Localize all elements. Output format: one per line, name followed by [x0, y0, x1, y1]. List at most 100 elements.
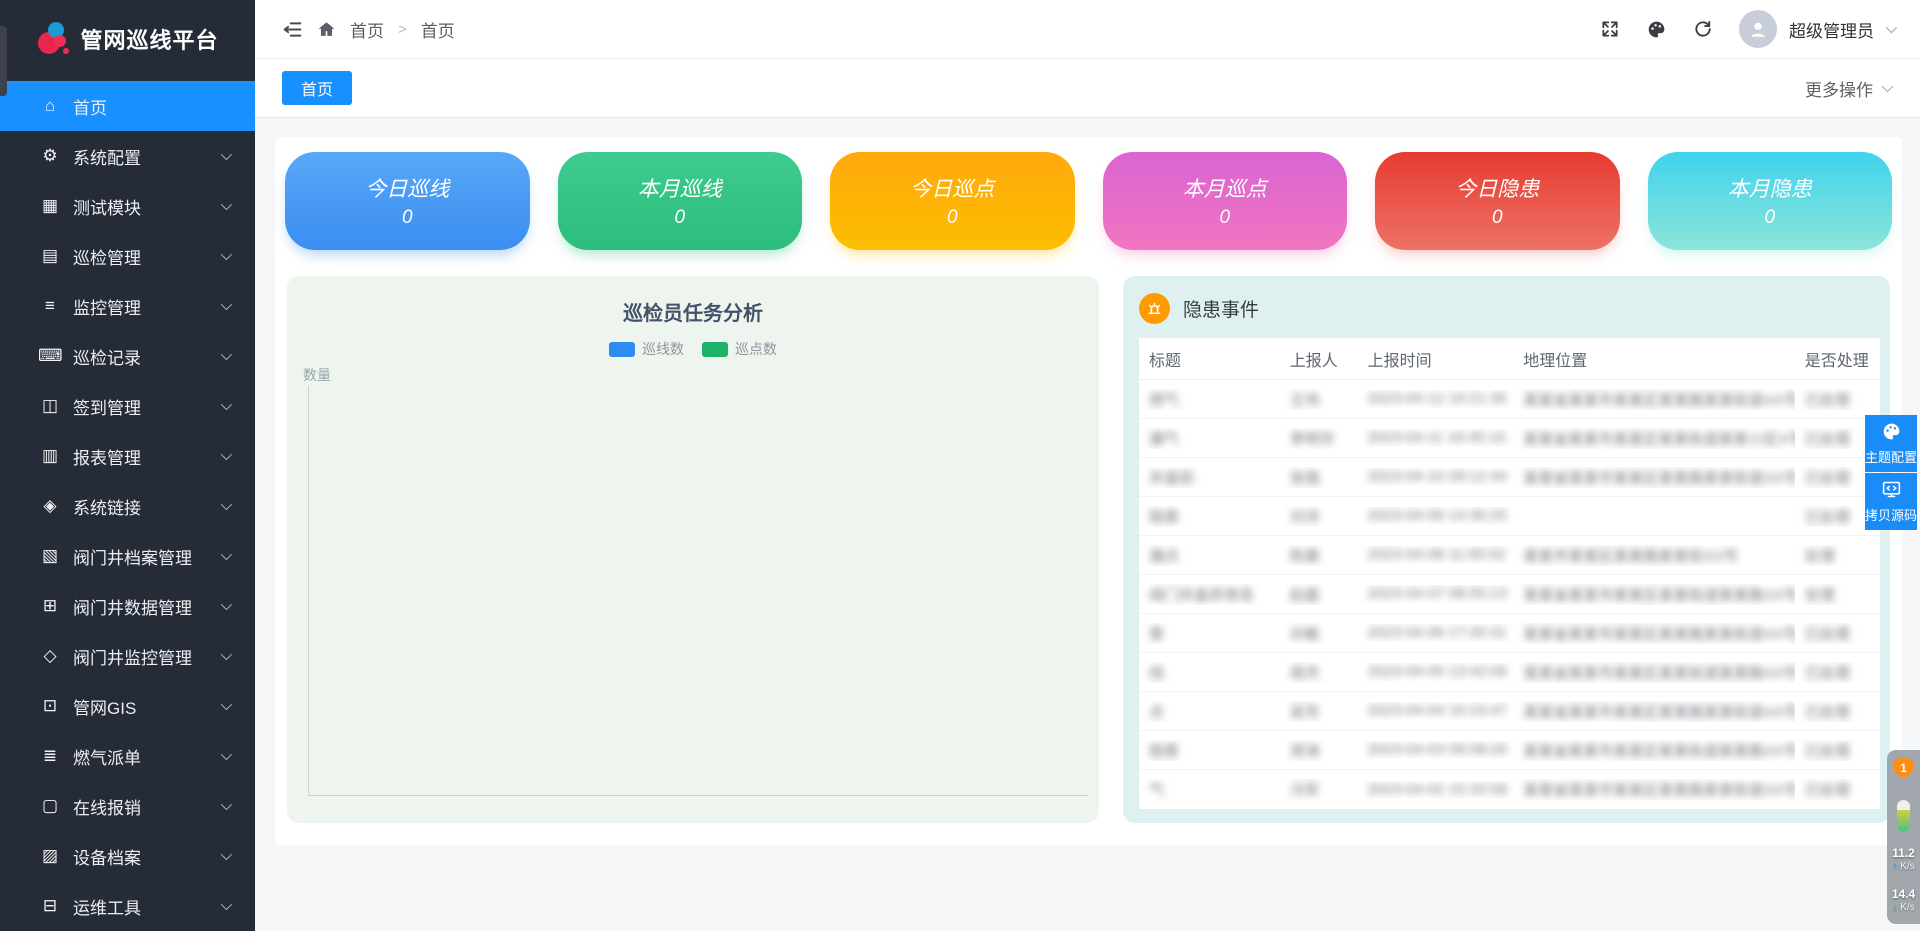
stat-label: 本月巡点: [1183, 173, 1267, 203]
alarm-icon: [1139, 293, 1170, 324]
table-cell: 井盖损: [1139, 467, 1280, 488]
stat-label: 本月隐患: [1728, 173, 1812, 203]
table-cell-text: 井盖损: [1149, 470, 1194, 487]
table-row[interactable]: 漏气李明华2023-04-11 16:45:10某某省某某市某某区某某街道某某小…: [1139, 419, 1880, 458]
sidebar-item-系统配置[interactable]: ⚙系统配置: [0, 131, 255, 181]
table-row[interactable]: 隐患郑涛2023-04-03 09:08:26某某省某某市某某区某某街道某某路X…: [1139, 731, 1880, 770]
table-cell-text: 2023-04-05 13:42:09: [1368, 663, 1507, 680]
sidebar-item-燃气派单[interactable]: ≣ 燃气派单: [0, 731, 255, 781]
modules-icon: ▦: [38, 196, 62, 216]
legend-swatch-icon: [702, 342, 728, 357]
table-row[interactable]: 点吴芳2023-04-04 10:15:47某某省某某市某某区某某路某某街道XX…: [1139, 692, 1880, 731]
sidebar-item-报表管理[interactable]: ▥报表管理: [0, 431, 255, 481]
sidebar-item-系统链接[interactable]: ◈系统链接: [0, 481, 255, 531]
sidebar-item-label: 报表管理: [73, 444, 213, 469]
sidebar-item-阀门井数据管理[interactable]: ⊞阀门井数据管理: [0, 581, 255, 631]
net-speed-widget[interactable]: 1 11.2 ↑ K/s 14.4 ↓ K/s: [1887, 750, 1920, 924]
chevron-down-icon: [221, 549, 232, 560]
legend-label: 巡线数: [642, 339, 684, 359]
table-cell-text: 某某省某某市某某区某某路某某街道XX号: [1523, 782, 1795, 799]
monitor-list-icon: ≡: [38, 296, 62, 316]
sidebar-item-首页[interactable]: ⌂首页: [0, 81, 255, 131]
table-row[interactable]: 管孙敏2023-04-06 17:20:31某某省某某市某某区某某路某某街道XX…: [1139, 614, 1880, 653]
table-cell-text: 某某省某某市某某区某某路某某街道XX号: [1523, 626, 1795, 643]
palette-icon[interactable]: [1646, 19, 1667, 40]
sidebar-item-监控管理[interactable]: ≡监控管理: [0, 281, 255, 331]
stat-label: 今日巡点: [910, 173, 994, 203]
table-row[interactable]: 隐患刘洋2023-04-09 14:30:25已处理: [1139, 497, 1880, 536]
table-cell-text: 漏点: [1149, 548, 1179, 565]
table-cell-text: 刘洋: [1290, 509, 1320, 526]
sidebar-item-巡检记录[interactable]: ⌨巡检记录: [0, 331, 255, 381]
copy-source-button[interactable]: 拷贝源码: [1865, 473, 1917, 530]
table-cell: 点: [1139, 701, 1280, 722]
sidebar-item-运维工具[interactable]: ⊟运维工具: [0, 881, 255, 931]
floating-tools: 主题配置 拷贝源码: [1865, 415, 1917, 530]
table-cell-text: 2023-04-08 11:05:52: [1368, 546, 1506, 563]
breadcrumb-root[interactable]: 首页: [350, 17, 384, 42]
table-cell-text: 处理: [1805, 587, 1835, 604]
table-cell: 处理: [1795, 584, 1880, 605]
refresh-icon[interactable]: [1693, 19, 1713, 39]
sidebar-collapse-icon[interactable]: [282, 19, 303, 40]
fullscreen-icon[interactable]: [1600, 19, 1620, 39]
table-row[interactable]: 燃气王伟2023-04-12 10:21:35某某省某某市某某区某某路某某街道X…: [1139, 380, 1880, 419]
sidebar-item-label: 燃气派单: [73, 744, 213, 769]
chevron-down-icon: [1886, 22, 1897, 33]
sidebar-item-管网GIS[interactable]: ⊡管网GIS: [0, 681, 255, 731]
legend-item-巡线数[interactable]: 巡线数: [609, 339, 684, 359]
legend-item-巡点数[interactable]: 巡点数: [702, 339, 777, 359]
tab-home[interactable]: 首页: [282, 71, 352, 105]
sidebar-item-label: 巡检记录: [73, 344, 213, 369]
sidebar-item-label: 设备档案: [73, 844, 213, 869]
chevron-down-icon: [221, 199, 232, 210]
table-cell: 李明华: [1280, 428, 1358, 449]
table-cell-text: 已处理: [1805, 626, 1850, 643]
table-cell-text: 处理: [1805, 548, 1835, 565]
avatar: [1739, 10, 1777, 48]
table-cell: 某某省某某市某某区某某路某某街道XX号: [1513, 779, 1795, 800]
sidebar-item-阀门井档案管理[interactable]: ▧阀门井档案管理: [0, 531, 255, 581]
page-content: 今日巡线0本月巡线0今日巡点0本月巡点0今日隐患0本月隐患0 巡检员任务分析 巡…: [255, 118, 1920, 931]
chart-plot-area: [308, 386, 1088, 796]
stat-label: 今日隐患: [1455, 173, 1539, 203]
dispatch-list-icon: ≣: [38, 746, 62, 766]
table-cell-text: 2023-04-04 10:15:47: [1368, 702, 1507, 719]
table-cell-text: 某某市某某区某某路某某街XX号: [1523, 548, 1738, 565]
table-row[interactable]: 井盖损张强2023-04-10 09:12:44某某省某某市某某区某某路某某街道…: [1139, 458, 1880, 497]
sidebar-item-签到管理[interactable]: ◫签到管理: [0, 381, 255, 431]
sidebar-item-在线报销[interactable]: ▢在线报销: [0, 781, 255, 831]
table-cell: 已处理: [1795, 779, 1880, 800]
sidebar-item-label: 阀门井监控管理: [73, 644, 213, 669]
user-menu[interactable]: 超级管理员: [1739, 10, 1894, 48]
sidebar-item-巡检管理[interactable]: ▤巡检管理: [0, 231, 255, 281]
table-row[interactable]: 漏点陈晨2023-04-08 11:05:52某某市某某区某某路某某街XX号处理: [1139, 536, 1880, 575]
table-cell: 已处理: [1795, 389, 1880, 410]
more-actions-dropdown[interactable]: 更多操作: [1805, 76, 1890, 101]
dashboard-card: 今日巡线0本月巡线0今日巡点0本月巡点0今日隐患0本月隐患0 巡检员任务分析 巡…: [275, 137, 1902, 845]
valve-monitor-icon: ◇: [38, 646, 62, 666]
stat-label: 本月巡线: [638, 173, 722, 203]
badge-count: 1: [1900, 761, 1907, 775]
table-cell: 某某省某某市某某区某某街道某某路XX号: [1513, 662, 1795, 683]
table-row[interactable]: 气冯军2023-04-02 15:33:58某某省某某市某某区某某路某某街道XX…: [1139, 770, 1880, 809]
sidebar-item-阀门井监控管理[interactable]: ◇ 阀门井监控管理: [0, 631, 255, 681]
table-header-cell: 是否处理: [1795, 347, 1880, 371]
table-cell-text: 燃气: [1149, 392, 1179, 409]
hazard-events-header: 隐患事件: [1139, 289, 1880, 327]
link-cube-icon: ◈: [38, 496, 62, 516]
theme-config-label: 主题配置: [1865, 447, 1917, 466]
panels-row: 巡检员任务分析 巡线数巡点数 数量 隐患事件 标题上: [285, 276, 1892, 823]
table-cell: 已处理: [1795, 740, 1880, 761]
table-row[interactable]: 阀门井盖异常丢赵磊2023-04-07 08:55:13某某省某某市某某区某某街…: [1139, 575, 1880, 614]
table-cell-text: 孙敏: [1290, 626, 1320, 643]
sidebar-item-测试模块[interactable]: ▦测试模块: [0, 181, 255, 231]
home-icon[interactable]: [317, 20, 336, 39]
table-cell: 管: [1139, 623, 1280, 644]
theme-config-button[interactable]: 主题配置: [1865, 415, 1917, 472]
sidebar-item-设备档案[interactable]: ▨设备档案: [0, 831, 255, 881]
sidebar-scrollbar[interactable]: [0, 26, 7, 96]
chevron-down-icon: [221, 799, 232, 810]
gear-icon: ⚙: [38, 146, 62, 166]
table-row[interactable]: 线周杰2023-04-05 13:42:09某某省某某市某某区某某街道某某路XX…: [1139, 653, 1880, 692]
